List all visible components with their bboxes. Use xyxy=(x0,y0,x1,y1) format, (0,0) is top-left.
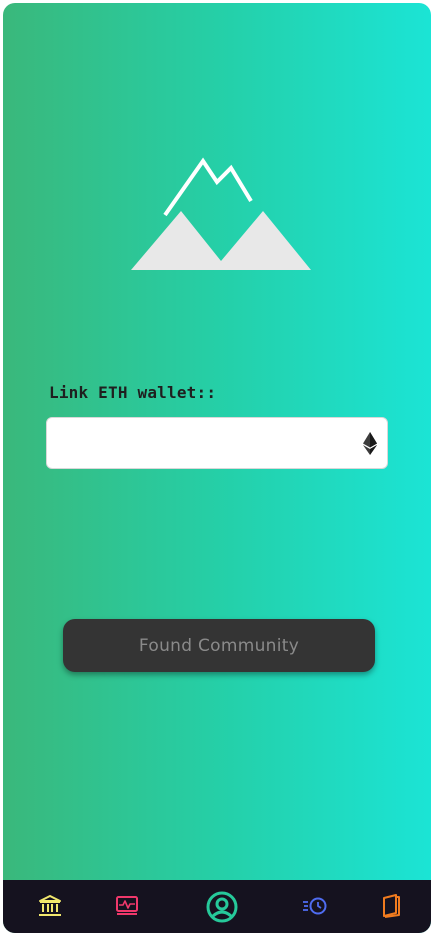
user-profile-icon xyxy=(206,891,238,923)
tab-profile[interactable] xyxy=(205,890,239,924)
bottom-tab-bar xyxy=(3,880,431,933)
found-community-button[interactable]: Found Community xyxy=(63,619,375,672)
tab-activity[interactable] xyxy=(114,894,140,918)
app-screen: Link ETH wallet:: Found Community xyxy=(3,3,431,933)
mountain-logo-icon xyxy=(131,157,311,270)
wallet-input-container[interactable] xyxy=(46,417,388,469)
bank-icon xyxy=(39,895,61,916)
history-clock-icon xyxy=(303,897,327,915)
tab-book[interactable] xyxy=(380,893,402,919)
book-icon xyxy=(383,894,400,918)
eth-wallet-input[interactable] xyxy=(47,418,347,468)
tab-bank[interactable] xyxy=(37,894,63,918)
tab-history[interactable] xyxy=(302,895,328,917)
ethereum-icon xyxy=(363,432,377,455)
activity-chart-icon xyxy=(116,896,138,915)
wallet-label: Link ETH wallet:: xyxy=(49,383,217,402)
